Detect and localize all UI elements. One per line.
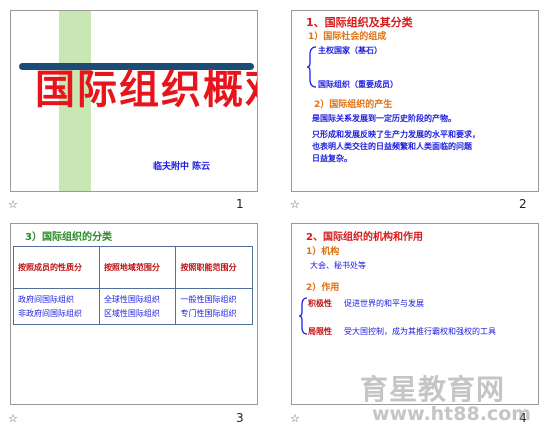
subheading-2: 2）作用 bbox=[306, 283, 340, 293]
body-line-1: 是国际关系发展到一定历史阶段的产物。 bbox=[312, 114, 456, 123]
slide-2[interactable]: 1、国际组织及其分类 1）国际社会的组成 主权国家（基石） 国际组织（重要成员）… bbox=[291, 10, 539, 192]
subheading-1: 1）机构 bbox=[306, 247, 340, 257]
table-header-cell: 按照成员的性质分 bbox=[13, 246, 100, 289]
body-line-3: 也表明人类交往的日益频繁和人类面临的问题 bbox=[312, 142, 472, 151]
body-line-4: 日益复杂。 bbox=[312, 154, 352, 163]
slide-heading: 1、国际组织及其分类 bbox=[306, 16, 413, 29]
table-header-cell: 按照地域范围分 bbox=[98, 246, 177, 289]
table-cell-text: 一般性国际组织 bbox=[180, 294, 237, 304]
classification-table: 按照成员的性质分 按照地域范围分 按照职能范围分 政府间国际组织 非政府间国际组… bbox=[13, 246, 253, 325]
slide-star-icon[interactable]: ☆ bbox=[290, 198, 300, 211]
table-cell: 全球性国际组织 区域性国际组织 bbox=[98, 288, 177, 325]
slide-number: 1 bbox=[236, 197, 244, 211]
slide-heading: 3）国际组织的分类 bbox=[25, 232, 112, 243]
brace-item-b: 国际组织（重要成员） bbox=[318, 80, 398, 89]
brace-item-a: 主权国家（基石） bbox=[318, 46, 382, 55]
slide-title: 国际组织概观 bbox=[35, 66, 257, 113]
brace-icon bbox=[306, 46, 317, 88]
slide-1[interactable]: 国际组织概观 临夫附中 陈云 bbox=[10, 10, 258, 192]
table-cell-text: 专门性国际组织 bbox=[180, 308, 237, 318]
author-text: 临夫附中 陈云 bbox=[153, 162, 211, 172]
table-cell: 一般性国际组织 专门性国际组织 bbox=[175, 288, 253, 325]
table-cell-text: 区域性国际组织 bbox=[103, 308, 160, 318]
slide-number: 2 bbox=[519, 197, 527, 211]
role-label-limit: 局限性 bbox=[308, 327, 332, 336]
role-text-limit: 受大国控制，成为其推行霸权和强权的工具 bbox=[344, 327, 496, 336]
slide-star-icon[interactable]: ☆ bbox=[8, 198, 18, 211]
table-header-cell: 按照职能范围分 bbox=[175, 246, 253, 289]
table-cell-text: 非政府间国际组织 bbox=[18, 308, 82, 318]
subheading-2: 2）国际组织的产生 bbox=[314, 100, 393, 110]
table-cell-text: 全球性国际组织 bbox=[103, 294, 160, 304]
slide-star-icon[interactable]: ☆ bbox=[8, 412, 18, 425]
slide-star-icon[interactable]: ☆ bbox=[290, 412, 300, 425]
subheading-1: 1）国际社会的组成 bbox=[308, 32, 387, 42]
watermark-brand: 育星教育网 bbox=[360, 373, 506, 406]
slide-number: 3 bbox=[236, 411, 244, 425]
role-label-positive: 积极性 bbox=[308, 299, 332, 308]
body-text: 大会、秘书处等 bbox=[310, 261, 366, 270]
brace-icon bbox=[298, 297, 308, 335]
slide-3[interactable]: 3）国际组织的分类 按照成员的性质分 按照地域范围分 按照职能范围分 政府间国际… bbox=[10, 223, 258, 405]
slide-heading: 2、国际组织的机构和作用 bbox=[306, 232, 423, 243]
body-line-2: 只形成和发展反映了生产力发展的水平和要求， bbox=[312, 130, 480, 139]
role-text-positive: 促进世界的和平与发展 bbox=[344, 299, 424, 308]
watermark-url: www.ht88.com bbox=[372, 403, 532, 425]
table-cell-text: 政府间国际组织 bbox=[18, 294, 74, 304]
table-cell: 政府间国际组织 非政府间国际组织 bbox=[13, 288, 100, 325]
